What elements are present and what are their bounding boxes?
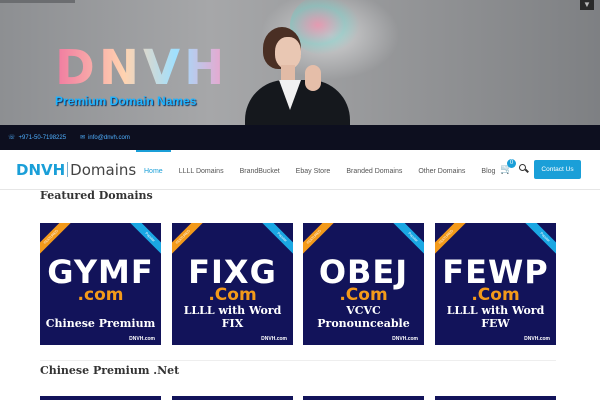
cart-count-badge: 0 [507, 159, 516, 168]
brand-sub: Domains [70, 161, 137, 179]
nav-item-brandbucket[interactable]: BrandBucket [232, 150, 288, 190]
domain-card-fixg[interactable]: FEATURED Popular FIXG .Com LLLL with Wor… [172, 223, 293, 345]
cart-button[interactable]: 🛒 0 [500, 159, 516, 175]
site-logo[interactable]: DNVH Domains [16, 161, 136, 179]
next-card-strip [172, 396, 293, 400]
domain-desc-line1: LLLL with Word [446, 304, 545, 317]
domain-desc-line1: VCVC [346, 304, 381, 317]
mail-icon: ✉ [80, 135, 86, 141]
contact-email[interactable]: ✉ info@dnvh.com [80, 134, 130, 142]
next-card-strip [40, 396, 161, 400]
domain-tld: .Com [208, 285, 257, 305]
brand-main: DNVH [16, 161, 66, 179]
contact-phone[interactable]: ☏ +971-50-7198225 [8, 134, 67, 142]
nav-item-home[interactable]: Home [136, 150, 171, 190]
domain-desc-line2: FEW [481, 317, 510, 330]
chevron-down-icon[interactable]: ▼ [580, 0, 594, 10]
domain-tld: .com [77, 285, 124, 305]
phone-text: +971-50-7198225 [18, 134, 67, 141]
domain-desc: Chinese Premium [45, 317, 156, 330]
contact-us-button[interactable]: Contact Us [534, 160, 581, 179]
next-card-strip [303, 396, 424, 400]
search-icon[interactable] [519, 164, 529, 174]
featured-title: Featured Domains [40, 189, 153, 202]
domain-site: DNVH.com [261, 336, 287, 342]
next-card-strip [435, 396, 556, 400]
domain-card-fewp[interactable]: FEATURED Popular FEWP .Com LLLL with Wor… [435, 223, 556, 345]
nav-item-branded-domains[interactable]: Branded Domains [338, 150, 410, 190]
domain-tld: .Com [339, 285, 388, 305]
email-text: info@dnvh.com [88, 134, 130, 141]
nav-item-ebay-store[interactable]: Ebay Store [288, 150, 339, 190]
brand-separator [67, 162, 69, 177]
domain-site: DNVH.com [392, 336, 418, 342]
domain-card-gymf[interactable]: FEATURED Popular GYMF .com Chinese Premi… [40, 223, 161, 345]
section-divider [40, 360, 556, 361]
phone-icon: ☏ [8, 135, 16, 141]
nav-item-llll-domains[interactable]: LLLL Domains [171, 150, 232, 190]
domain-tld: .Com [471, 285, 520, 305]
nav-item-blog[interactable]: Blog [473, 150, 503, 190]
hero-banner: ▼ DNVH Premium Domain Names [0, 0, 600, 125]
nav-menu: Home LLLL Domains BrandBucket Ebay Store… [136, 150, 503, 190]
domain-desc-line2: Pronounceable [317, 317, 410, 330]
chinese-premium-title: Chinese Premium .Net [40, 364, 180, 377]
domain-desc-line2: FIX [221, 317, 244, 330]
hero-logo: DNVH [55, 40, 229, 96]
hero-tagline: Premium Domain Names [55, 94, 197, 108]
contact-bar: ☏ +971-50-7198225 ✉ info@dnvh.com [0, 125, 600, 150]
nav-item-other-domains[interactable]: Other Domains [410, 150, 473, 190]
domain-desc-line1: LLLL with Word [183, 304, 282, 317]
domain-site: DNVH.com [524, 336, 550, 342]
domain-card-obej[interactable]: FEATURED Popular OBEJ .Com VCVC Pronounc… [303, 223, 424, 345]
top-progress-bar [0, 0, 75, 3]
domain-site: DNVH.com [129, 336, 155, 342]
main-nav: DNVH Domains Home LLLL Domains BrandBucke… [0, 150, 600, 190]
hero-woman-image [245, 25, 355, 125]
